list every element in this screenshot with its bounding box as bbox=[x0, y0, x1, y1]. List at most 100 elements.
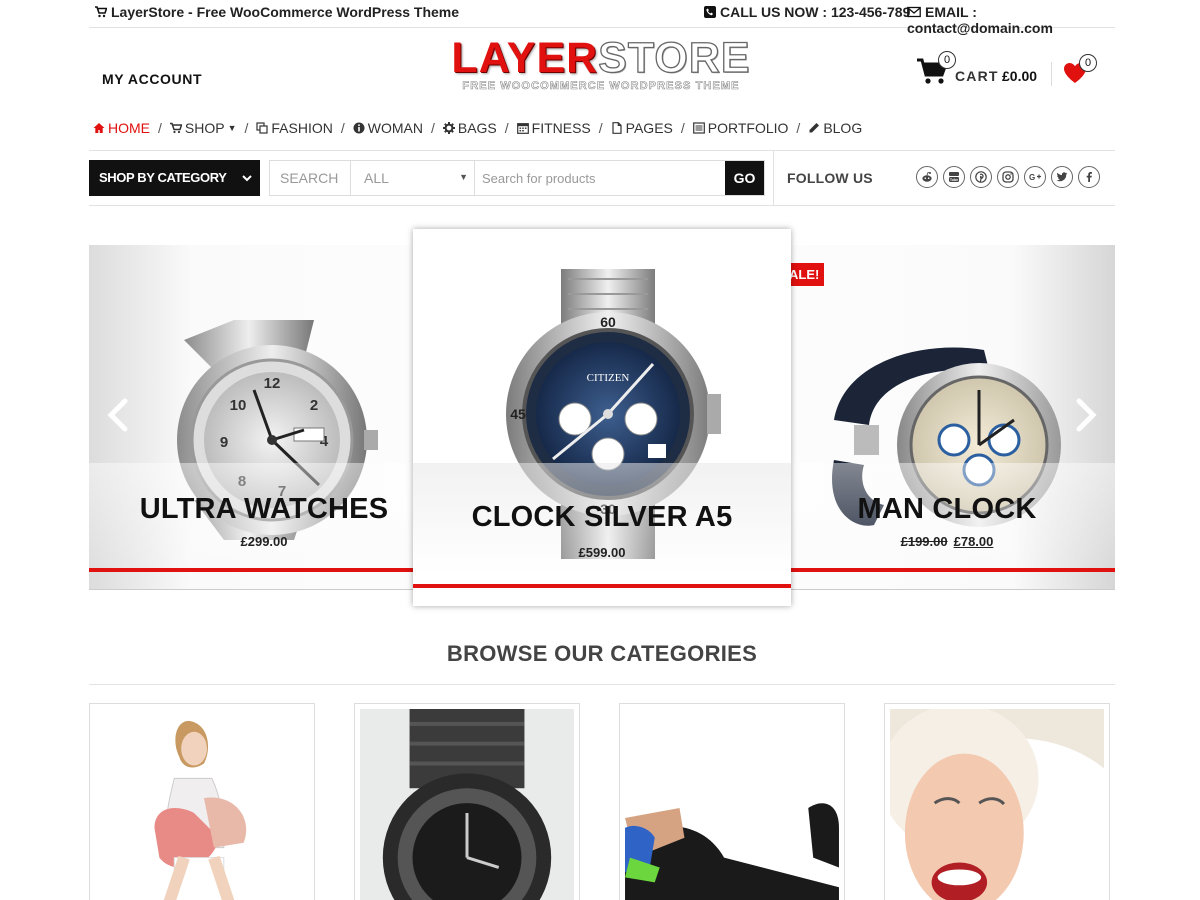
twitter-icon[interactable] bbox=[1051, 166, 1073, 188]
site-logo[interactable]: LAYERSTORE FREE WOOCOMMERCE WORDPRESS TH… bbox=[445, 34, 757, 94]
calendar-icon bbox=[516, 123, 529, 134]
phone-icon bbox=[704, 6, 716, 18]
category-image bbox=[625, 709, 839, 900]
search-category-select[interactable]: ALL ▼ bbox=[351, 161, 475, 195]
phone-contact: CALL US NOW : 123-456-789 bbox=[704, 4, 910, 20]
nav-item-pages[interactable]: PAGES bbox=[611, 120, 673, 136]
nav-label: SHOP bbox=[184, 120, 225, 136]
shop-by-category-button[interactable]: SHOP BY CATEGORY bbox=[89, 160, 260, 196]
reddit-icon[interactable] bbox=[916, 166, 938, 188]
nav-item-fashion[interactable]: FASHION bbox=[256, 120, 333, 136]
category-card-fashion[interactable] bbox=[880, 703, 1110, 900]
pinterest-icon[interactable] bbox=[970, 166, 992, 188]
site-title[interactable]: LayerStore - Free WooCommerce WordPress … bbox=[95, 4, 459, 20]
logo-text: LAYERSTORE bbox=[445, 34, 757, 82]
google-plus-icon[interactable]: G bbox=[1024, 166, 1046, 188]
slide-right[interactable]: MAN CLOCK £199.00 £78.00 bbox=[789, 245, 1115, 589]
chevron-down-icon bbox=[242, 175, 252, 182]
nav-item-shop[interactable]: SHOP ▼ bbox=[169, 120, 237, 136]
svg-text:45: 45 bbox=[510, 406, 526, 422]
copy-icon bbox=[256, 122, 268, 134]
category-card-watches[interactable] bbox=[354, 703, 580, 900]
dropdown-arrow-icon: ▼ bbox=[459, 172, 468, 182]
nav-item-fitness[interactable]: FITNESS bbox=[516, 120, 591, 136]
search-row-divider bbox=[773, 151, 774, 205]
nav-separator: / bbox=[158, 120, 162, 136]
nav-label: PORTFOLIO bbox=[707, 120, 789, 136]
old-price: £199.00 bbox=[900, 534, 948, 549]
search-label: SEARCH bbox=[270, 161, 351, 195]
search-category-value: ALL bbox=[364, 170, 389, 186]
category-card-fitness[interactable] bbox=[619, 703, 845, 900]
gear-icon bbox=[442, 122, 455, 134]
search-input[interactable] bbox=[475, 161, 725, 195]
my-account-link[interactable]: MY ACCOUNT bbox=[102, 71, 202, 87]
nav-item-portfolio[interactable]: PORTFOLIO bbox=[692, 120, 789, 136]
svg-text:9: 9 bbox=[220, 434, 228, 451]
youtube-icon[interactable]: Tube bbox=[943, 166, 965, 188]
info-icon bbox=[353, 122, 365, 134]
logo-text-left: LAYER bbox=[451, 34, 599, 82]
cart-total: £0.00 bbox=[1002, 68, 1038, 84]
nav-separator: / bbox=[504, 120, 509, 136]
search-go-button[interactable]: GO bbox=[725, 161, 764, 195]
nav-item-blog[interactable]: BLOG bbox=[808, 120, 862, 136]
category-image bbox=[95, 709, 309, 900]
nav-label: PAGES bbox=[625, 120, 673, 136]
cart-label: CART bbox=[955, 68, 999, 84]
nav-item-bags[interactable]: BAGS bbox=[442, 120, 497, 136]
phone-text: CALL US NOW : 123-456-789 bbox=[720, 4, 911, 20]
categories-heading: BROWSE OUR CATEGORIES bbox=[446, 641, 758, 666]
wishlist-count-badge: 0 bbox=[1079, 54, 1097, 72]
wishlist-widget[interactable]: 0 bbox=[1063, 54, 1103, 88]
pencil-icon bbox=[809, 123, 820, 133]
slide-accent-line bbox=[789, 568, 1115, 572]
slide-title: ULTRA WATCHES bbox=[139, 493, 389, 525]
slide-accent-line bbox=[89, 568, 419, 572]
cart-widget[interactable]: 0 CART £0.00 bbox=[916, 51, 1046, 90]
category-image bbox=[880, 704, 1104, 900]
svg-text:G: G bbox=[1029, 173, 1035, 182]
file-icon bbox=[612, 122, 622, 134]
slide-price: £599.00 bbox=[578, 545, 626, 560]
logo-tagline: FREE WOOCOMMERCE WORDPRESS THEME bbox=[462, 80, 740, 93]
svg-text:2: 2 bbox=[310, 397, 318, 414]
caret-down-icon: ▼ bbox=[227, 123, 237, 133]
svg-text:Tube: Tube bbox=[950, 178, 958, 182]
slide-title: CLOCK SILVER A5 bbox=[471, 501, 733, 533]
email-contact[interactable]: EMAIL : contact@domain.com bbox=[907, 4, 1115, 36]
slide-center[interactable]: 603045 CITIZEN CLOCK SILVER A5 £599.00 bbox=[413, 229, 791, 606]
nav-label: BLOG bbox=[823, 120, 863, 136]
list-icon bbox=[692, 122, 705, 134]
nav-separator: / bbox=[680, 120, 685, 136]
svg-text:60: 60 bbox=[600, 314, 616, 330]
shop-by-category-label: SHOP BY CATEGORY bbox=[99, 170, 227, 185]
instagram-icon[interactable] bbox=[997, 166, 1019, 188]
main-nav: HOME / SHOP ▼ / FASHION / WOMAN / BAGS / … bbox=[93, 119, 862, 137]
category-card-woman[interactable] bbox=[89, 703, 315, 900]
email-text: EMAIL : contact@domain.com bbox=[907, 4, 1053, 36]
slide-title: MAN CLOCK bbox=[857, 493, 1037, 525]
cart-icon bbox=[169, 122, 182, 134]
facebook-icon[interactable] bbox=[1078, 166, 1100, 188]
categories-divider bbox=[89, 684, 1115, 685]
nav-separator: / bbox=[244, 120, 249, 136]
nav-label: BAGS bbox=[457, 120, 497, 136]
slide-left[interactable]: 122478910 ULTRA WATCHES £299.00 bbox=[89, 245, 419, 589]
top-bar: LayerStore - Free WooCommerce WordPress … bbox=[89, 0, 1115, 36]
nav-label: FASHION bbox=[271, 120, 333, 136]
cart-count-badge: 0 bbox=[938, 51, 956, 69]
sale-badge: ALE! bbox=[789, 263, 824, 286]
slide-price: £199.00 £78.00 bbox=[779, 534, 1115, 549]
svg-text:10: 10 bbox=[230, 397, 247, 414]
envelope-icon bbox=[907, 6, 921, 18]
category-image bbox=[360, 709, 574, 900]
slide-accent-line bbox=[413, 584, 791, 588]
nav-item-home[interactable]: HOME bbox=[93, 120, 150, 136]
prev-arrow-icon[interactable] bbox=[103, 395, 133, 435]
site-title-text: LayerStore - Free WooCommerce WordPress … bbox=[111, 4, 460, 20]
next-arrow-icon[interactable] bbox=[1071, 395, 1101, 435]
follow-us-label: FOLLOW US bbox=[787, 170, 873, 186]
nav-item-woman[interactable]: WOMAN bbox=[353, 120, 423, 136]
social-links: Tube G bbox=[916, 166, 1105, 188]
